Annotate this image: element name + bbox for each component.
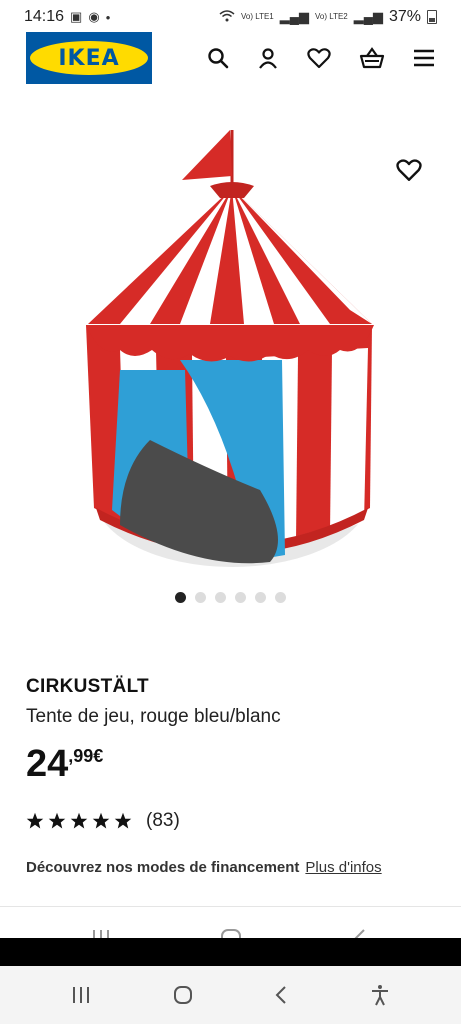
status-time: 14:16: [24, 8, 65, 25]
price-decimal: ,99€: [68, 746, 104, 766]
dot-notification-icon: •: [105, 9, 111, 25]
product-name: CIRKUSTÄLT: [26, 676, 149, 697]
product-description: Tente de jeu, rouge bleu/blanc: [26, 706, 281, 727]
search-icon[interactable]: [207, 47, 229, 69]
section-divider: [0, 906, 461, 907]
product-rating[interactable]: (83): [26, 810, 180, 832]
carousel-dot[interactable]: [255, 592, 266, 603]
gallery-notification-icon: ▣: [70, 9, 83, 24]
heart-icon[interactable]: [307, 47, 331, 69]
heart-icon: [396, 159, 422, 181]
product-price: 24 ,99€: [26, 742, 103, 786]
menu-icon[interactable]: [413, 49, 435, 67]
signal-bars-1-icon: ▂▄▆: [279, 9, 309, 24]
star-icon: [114, 812, 132, 829]
chrome-notification-icon: ◉: [88, 9, 100, 24]
star-icon: [48, 812, 66, 829]
in-page-nav-ghost: [0, 922, 461, 938]
signal-lte1: Vo) LTE1: [241, 12, 274, 21]
price-integer: 24: [26, 743, 69, 785]
status-left: 14:16 ▣ ◉ •: [24, 8, 110, 26]
carousel-dots: [0, 592, 461, 606]
rating-count: (83): [146, 810, 180, 831]
status-bar: 14:16 ▣ ◉ • Vo) LTE1 ▂▄▆ Vo) LTE2 ▂▄▆ 37…: [0, 0, 461, 34]
product-image[interactable]: [0, 110, 461, 590]
financing-more-info-link[interactable]: Plus d'infos: [305, 859, 381, 876]
status-right: Vo) LTE1 ▂▄▆ Vo) LTE2 ▂▄▆ 37%: [219, 8, 437, 26]
system-navigation-bar: [0, 966, 461, 1024]
back-icon[interactable]: [274, 985, 288, 1005]
home-icon[interactable]: [173, 985, 193, 1005]
signal-lte2: Vo) LTE2: [314, 12, 348, 21]
ikea-logo-text: IKEA: [30, 41, 148, 75]
add-to-favourites-button[interactable]: [396, 158, 422, 187]
header-nav: [207, 47, 435, 69]
carousel-dot[interactable]: [215, 592, 226, 603]
signal-bars-2-icon: ▂▄▆: [353, 9, 383, 24]
carousel-dot[interactable]: [275, 592, 286, 603]
recent-apps-icon[interactable]: [71, 986, 91, 1004]
battery-icon: [427, 10, 437, 24]
financing-info: Découvrez nos modes de financement Plus …: [26, 859, 382, 876]
star-icon: [26, 812, 44, 829]
overlay-band: [0, 938, 461, 966]
wifi-icon: [219, 9, 235, 25]
site-header: IKEA: [0, 30, 461, 86]
accessibility-icon[interactable]: [370, 984, 390, 1006]
user-icon[interactable]: [257, 47, 279, 69]
carousel-dot[interactable]: [195, 592, 206, 603]
rating-stars: [26, 812, 132, 830]
carousel-dot[interactable]: [175, 592, 186, 603]
financing-text: Découvrez nos modes de financement: [26, 859, 300, 876]
star-icon: [70, 812, 88, 829]
ikea-logo[interactable]: IKEA: [26, 32, 152, 84]
carousel-dot[interactable]: [235, 592, 246, 603]
battery-percent: 37%: [388, 8, 421, 25]
basket-icon[interactable]: [359, 47, 385, 69]
tent-image: [86, 130, 374, 567]
star-icon: [92, 812, 110, 829]
